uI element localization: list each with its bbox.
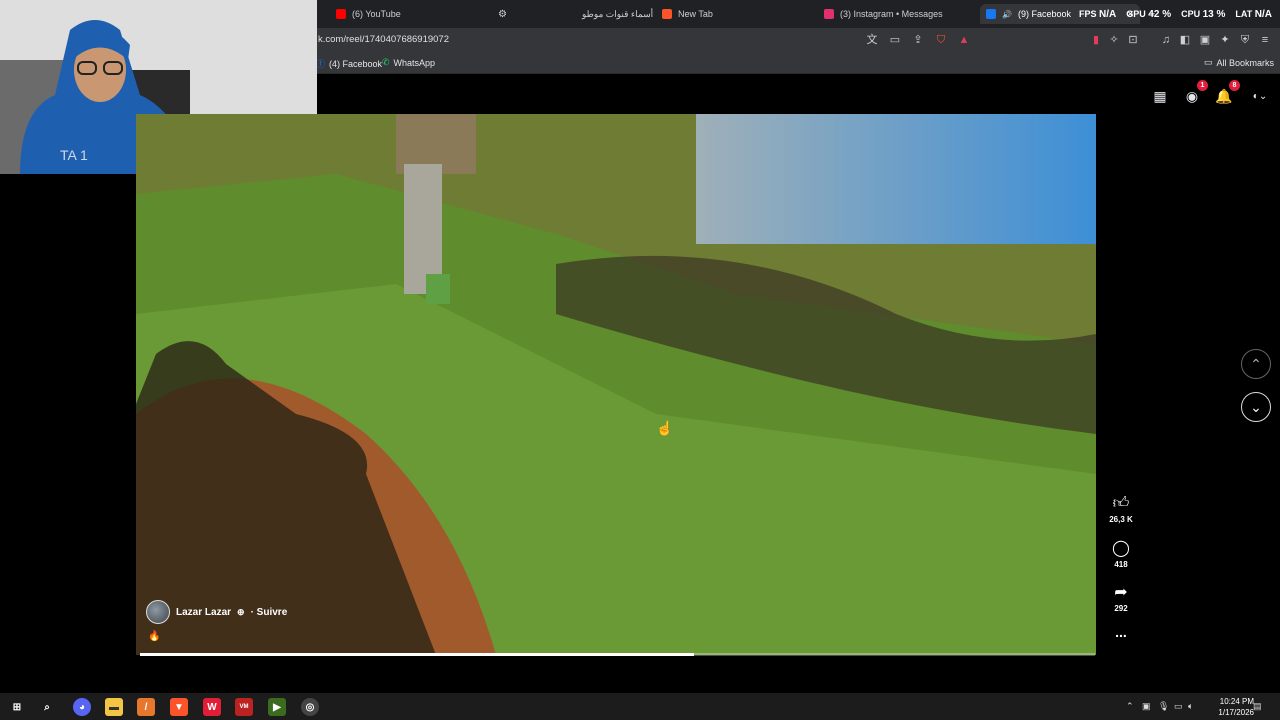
share-count: 292 (1114, 604, 1128, 613)
facebook-icon: ⓕ (316, 59, 326, 69)
gpu-stat: GPU 42 % (1126, 9, 1172, 20)
leo-icon[interactable]: ✦ (1219, 34, 1231, 46)
microphone-icon[interactable]: 🎙︎ (1158, 701, 1169, 712)
facebook-icon (986, 9, 996, 19)
cast-icon[interactable]: ▭ (889, 34, 901, 46)
menu-icon[interactable]: ≡ (1259, 34, 1271, 46)
video-progress-bar[interactable] (140, 653, 1095, 656)
mouse-cursor-icon: ☝ (656, 420, 674, 436)
system-clock[interactable]: 10:24 PM 1/17/2026 (1218, 696, 1254, 718)
tab-search-icon[interactable]: ⊡ (1127, 34, 1139, 46)
messenger-icon[interactable]: ◉ 1 (1182, 80, 1208, 106)
comment-button[interactable]: ◯ 418 (1106, 538, 1136, 569)
brave-icon (662, 9, 672, 19)
menu-grid-icon[interactable]: ▦ (1150, 86, 1170, 106)
audio-icon[interactable]: 🔊 (1002, 10, 1012, 19)
video-progress-fill (140, 653, 694, 656)
author-name[interactable]: Lazar Lazar (176, 607, 231, 618)
bookmark-whatsapp[interactable]: ✆ WhatsApp (382, 57, 435, 68)
brave-shields-icon[interactable]: ⛉ (935, 34, 947, 46)
notifications-badge: 8 (1229, 80, 1240, 91)
follow-button[interactable]: · Suivre (251, 607, 288, 618)
windows-taskbar: ⊞ ⌕ ◕ ▬ / ▼ W VM ▶ ◎ ⌃ ▣ 🎙︎ ▭ 🔈︎ 10:24 P… (0, 693, 1280, 720)
fps-stat: FPS N/A (1079, 9, 1117, 20)
like-icon: 👍︎ (1112, 495, 1130, 512)
brave-rewards-icon[interactable]: ▲ (958, 34, 970, 46)
comment-icon: ◯ (1112, 540, 1130, 557)
obs-icon[interactable]: ◎ (301, 698, 319, 716)
url-field[interactable]: k.com/reel/1740407686919072 (318, 34, 449, 45)
share-button[interactable]: ➦ 292 (1106, 582, 1136, 613)
network-icon[interactable]: ▭ (1174, 701, 1183, 712)
share-icon: ➦ (1114, 584, 1128, 601)
fire-emoji-icon: 🔥 (148, 631, 161, 642)
like-button[interactable]: 👍︎ 26,3 K (1106, 494, 1136, 524)
sidebar-icon[interactable]: ◧ (1179, 34, 1191, 46)
all-bookmarks[interactable]: ▭ All Bookmarks (1204, 57, 1274, 68)
reel-video[interactable] (136, 114, 1096, 655)
svg-text:TA 1: TA 1 (60, 147, 88, 163)
next-reel-button[interactable]: ⌄ (1241, 392, 1271, 422)
reel-author[interactable]: Lazar Lazar ⊕ · Suivre (146, 600, 287, 624)
notifications-icon[interactable]: 🔔 8 (1214, 80, 1240, 106)
profile-avatar[interactable]: ◐⌄ (1246, 86, 1274, 106)
previous-reel-button[interactable]: ⌃ (1241, 349, 1271, 379)
extensions-icon[interactable]: ✧ (1108, 34, 1120, 46)
lat-stat: LAT N/A (1235, 9, 1272, 20)
wallet-icon[interactable]: ▣ (1199, 34, 1211, 46)
file-explorer-icon[interactable]: ▬ (105, 698, 123, 716)
youtube-icon (336, 9, 346, 19)
brave-taskbar-icon[interactable]: ▼ (170, 698, 188, 716)
share-icon[interactable]: ⇪ (912, 34, 924, 46)
chevron-up-icon: ⌃ (1250, 355, 1262, 372)
comment-count: 418 (1114, 560, 1128, 569)
extension-icon[interactable]: ▮ (1090, 34, 1102, 46)
globe-icon: ⊕ (237, 606, 245, 617)
media-icon[interactable]: ♫ (1160, 34, 1172, 46)
more-options-button[interactable]: ... (1106, 624, 1136, 640)
tab-youtube[interactable]: (6) YouTube (336, 4, 401, 24)
tray-app-icon[interactable]: ▣ (1142, 701, 1151, 712)
search-icon[interactable]: ⌕ (38, 698, 56, 716)
volume-icon[interactable]: 🔈︎ (1188, 701, 1193, 712)
chevron-down-icon: ⌄ (1250, 398, 1262, 415)
tab-settings[interactable]: ⚙ (498, 4, 507, 24)
whatsapp-icon: ✆ (382, 57, 390, 67)
video-frame (136, 114, 1096, 655)
tab-new-tab[interactable]: New Tab (662, 4, 713, 24)
media-app-icon[interactable]: ▶ (268, 698, 286, 716)
settings-icon: ⚙ (498, 8, 507, 20)
notification-center-icon[interactable]: ▤ (1253, 701, 1262, 712)
performance-overlay: FPS N/A GPU 42 % CPU 13 % LAT N/A (1079, 9, 1272, 20)
messenger-badge: 1 (1197, 80, 1208, 91)
clock-date: 1/17/2026 (1218, 708, 1254, 717)
tab-instagram[interactable]: (3) Instagram • Messages (824, 4, 943, 24)
windows-start-icon[interactable]: ⊞ (8, 698, 26, 716)
author-avatar[interactable] (146, 600, 170, 624)
tab-arabic[interactable]: أسماء قنوات موطو (582, 4, 653, 24)
instagram-icon (824, 9, 834, 19)
app-icon[interactable]: / (137, 698, 155, 716)
voicemeeter-icon[interactable]: VM (235, 698, 253, 716)
vpn-icon[interactable]: ⛨ (1239, 34, 1251, 46)
folder-icon: ▭ (1204, 57, 1213, 67)
wps-icon[interactable]: W (203, 698, 221, 716)
like-count: 26,3 K (1109, 515, 1133, 524)
translate-icon[interactable]: 文 (866, 34, 878, 46)
bookmark-facebook[interactable]: ⓕ (4) Facebook (316, 57, 382, 70)
cpu-stat: CPU 13 % (1181, 9, 1226, 20)
discord-icon[interactable]: ◕ (73, 698, 91, 716)
clock-time: 10:24 PM (1219, 697, 1254, 706)
tray-chevron-icon[interactable]: ⌃ (1126, 701, 1134, 712)
